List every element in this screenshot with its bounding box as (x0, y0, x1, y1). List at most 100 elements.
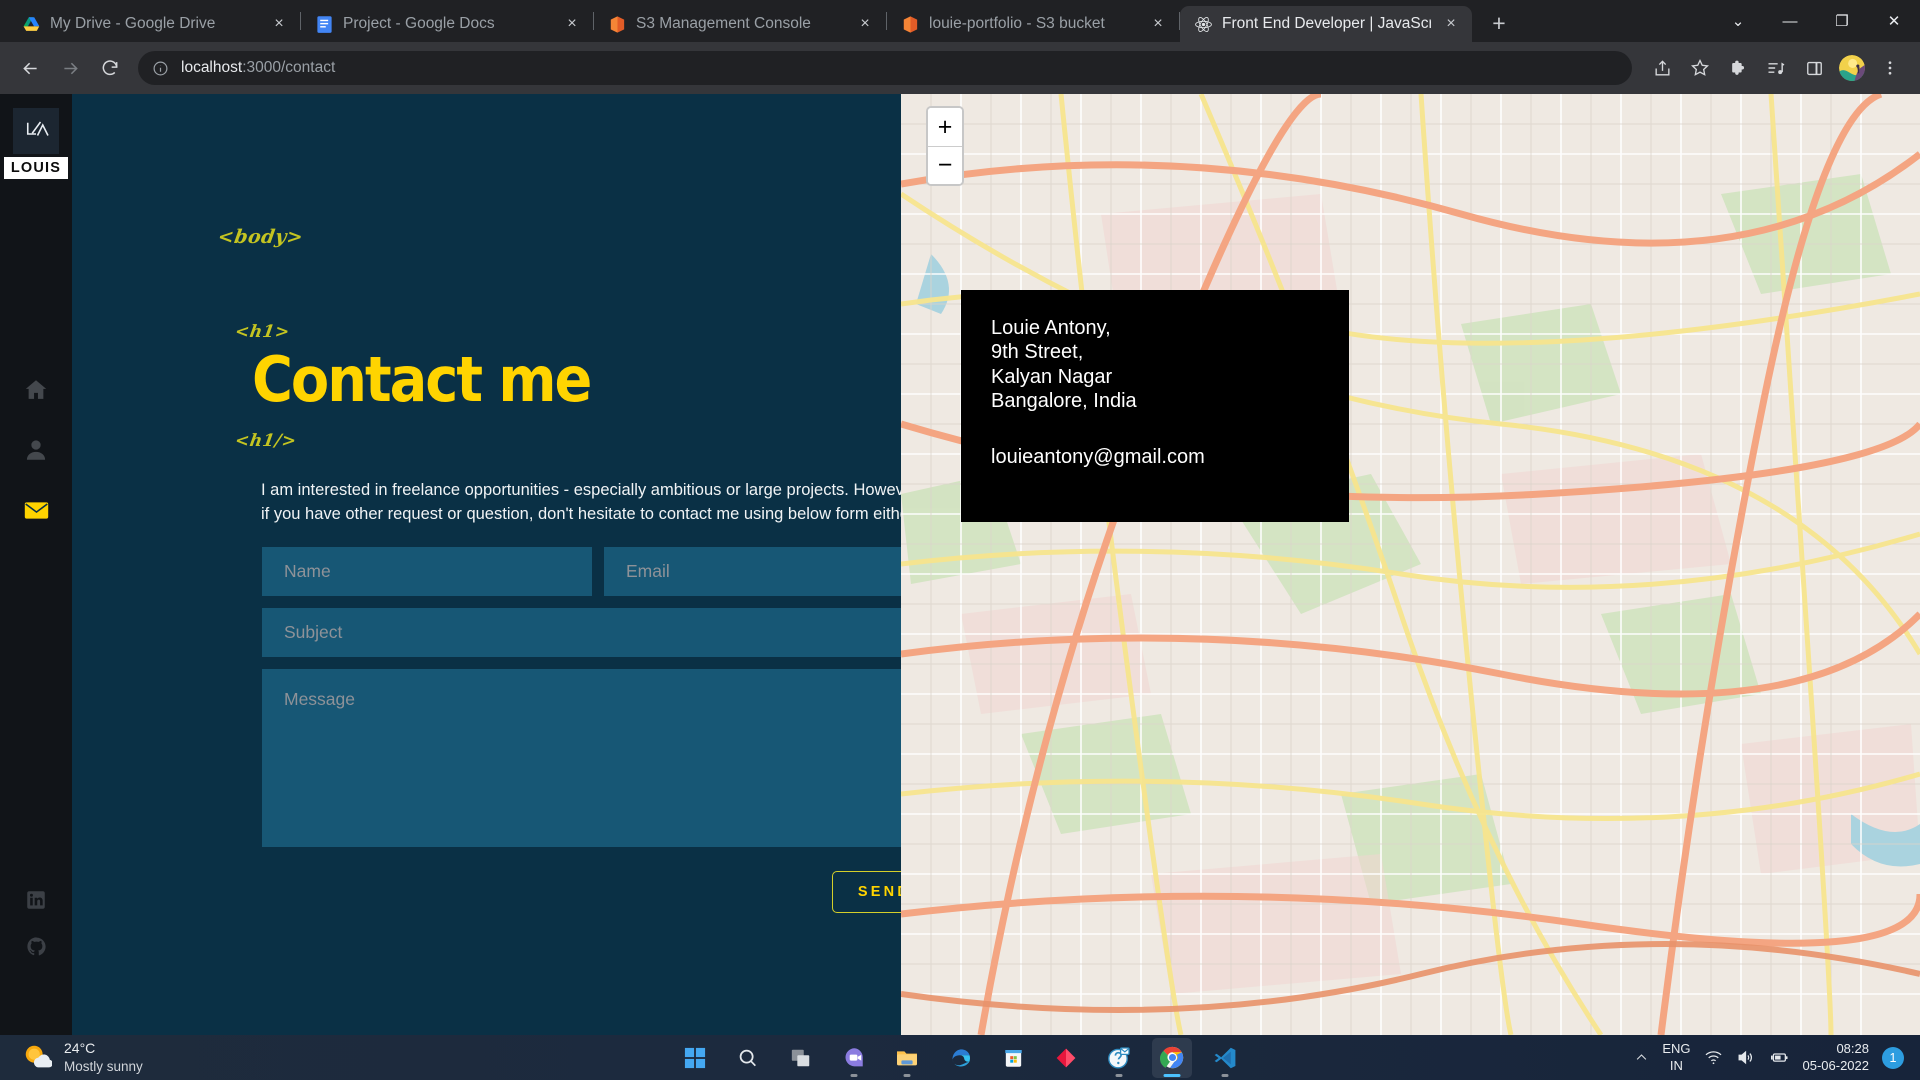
browser-tab-1[interactable]: My Drive - Google Drive × (8, 6, 300, 42)
wifi-icon[interactable] (1704, 1048, 1723, 1067)
address-info-card: Louie Antony, 9th Street, Kalyan Nagar B… (961, 290, 1349, 522)
system-tray: ENG IN 08:28 05-06-2022 (1634, 1041, 1920, 1074)
map-canvas[interactable] (901, 94, 1920, 1035)
sidebar-item-contact[interactable] (21, 495, 51, 525)
contact-email: louieantony@gmail.com (991, 446, 1349, 469)
name-input[interactable] (262, 547, 592, 596)
sidebar-item-home[interactable] (21, 375, 51, 405)
sidebar-item-about[interactable] (21, 435, 51, 465)
logo-wordmark[interactable]: LOUIS (4, 157, 68, 179)
avatar-image (1839, 55, 1865, 81)
minimize-button[interactable]: — (1764, 0, 1816, 42)
language-indicator[interactable]: ENG IN (1662, 1041, 1690, 1074)
map-panel[interactable]: + − Louie Antony, 9th Street, Kalyan Nag… (901, 94, 1920, 1035)
taskbar-vscode-button[interactable] (1205, 1038, 1245, 1078)
tab-title: S3 Management Console (636, 15, 845, 33)
taskbar-start-button[interactable] (675, 1038, 715, 1078)
browser-tab-3[interactable]: S3 Management Console × (594, 6, 886, 42)
tab-title: louie-portfolio - S3 bucket (929, 15, 1138, 33)
address-bar[interactable]: localhost:3000/contact (138, 51, 1632, 85)
speaker-icon[interactable] (1736, 1048, 1755, 1067)
share-icon[interactable] (1644, 50, 1680, 86)
taskbar-chrome-button[interactable] (1152, 1038, 1192, 1078)
site-info-icon[interactable] (152, 60, 169, 77)
subject-input[interactable] (262, 608, 901, 657)
file-explorer-icon (895, 1046, 919, 1070)
extensions-puzzle-icon[interactable] (1720, 50, 1756, 86)
back-arrow-icon[interactable] (12, 50, 48, 86)
sun-cloud-icon (22, 1042, 52, 1072)
taskbar-search-button[interactable] (728, 1038, 768, 1078)
side-panel-icon[interactable] (1796, 50, 1832, 86)
tab-close-button[interactable]: × (854, 13, 876, 35)
tab-close-button[interactable]: × (1147, 13, 1169, 35)
tab-close-button[interactable]: × (561, 13, 583, 35)
tab-search-icon[interactable]: ⌄ (1712, 0, 1764, 42)
email-input[interactable] (604, 547, 901, 596)
teams-chat-icon (843, 1046, 866, 1069)
taskbar-file-explorer-button[interactable] (887, 1038, 927, 1078)
taskbar-get-help-button[interactable] (1099, 1038, 1139, 1078)
browser-toolbar: localhost:3000/contact (0, 42, 1920, 94)
tab-title: My Drive - Google Drive (50, 15, 259, 33)
tab-title: Project - Google Docs (343, 15, 552, 33)
tab-title: Front End Developer | JavaScript (1222, 15, 1431, 33)
forward-arrow-icon[interactable] (52, 50, 88, 86)
taskbar-task-view-button[interactable] (781, 1038, 821, 1078)
contact-form: SEND (262, 547, 901, 913)
maximize-button[interactable]: ❐ (1816, 0, 1868, 42)
media-playlist-icon[interactable] (1758, 50, 1794, 86)
form-row-message (262, 669, 901, 847)
react-icon (1194, 15, 1213, 34)
github-icon (26, 936, 47, 957)
taskbar-microsoft-store-button[interactable] (993, 1038, 1033, 1078)
sidebar-link-github[interactable] (25, 935, 47, 957)
red-diamond-icon (1055, 1047, 1077, 1069)
close-window-button[interactable]: ✕ (1868, 0, 1920, 42)
battery-charging-icon[interactable] (1768, 1048, 1790, 1067)
aws-s3-icon (608, 15, 627, 34)
bookmark-star-icon[interactable] (1682, 50, 1718, 86)
message-textarea[interactable] (262, 669, 901, 847)
weather-temp: 24°C (64, 1040, 143, 1058)
sidebar-social-links (25, 889, 47, 957)
taskbar-red-diamond-app-button[interactable] (1046, 1038, 1086, 1078)
windows-taskbar: 24°C Mostly sunny (0, 1035, 1920, 1080)
task-view-icon (790, 1047, 812, 1069)
tab-close-button[interactable]: × (268, 13, 290, 35)
sidebar-link-linkedin[interactable] (25, 889, 47, 911)
browser-tab-5-active[interactable]: Front End Developer | JavaScript × (1180, 6, 1472, 42)
linkedin-icon (26, 890, 46, 910)
browser-tab-2[interactable]: Project - Google Docs × (301, 6, 593, 42)
windows-start-icon (684, 1047, 706, 1069)
browser-tab-4[interactable]: louie-portfolio - S3 bucket × (887, 6, 1179, 42)
taskbar-edge-button[interactable] (940, 1038, 980, 1078)
form-actions: SEND (262, 871, 901, 913)
taskbar-apps (675, 1038, 1245, 1078)
weather-widget[interactable]: 24°C Mostly sunny (0, 1040, 143, 1075)
page-title: Contact me (252, 349, 590, 411)
address-line-1: Louie Antony, (991, 316, 1349, 340)
clock-date: 05-06-2022 (1803, 1058, 1870, 1074)
person-icon (23, 437, 49, 463)
reload-icon[interactable] (92, 50, 128, 86)
clock[interactable]: 08:28 05-06-2022 (1803, 1041, 1870, 1074)
tab-close-button[interactable]: × (1440, 13, 1462, 35)
logo-monogram-icon[interactable] (13, 108, 59, 154)
taskbar-chat-button[interactable] (834, 1038, 874, 1078)
send-button[interactable]: SEND (832, 871, 901, 913)
browser-window: My Drive - Google Drive × Project - Goog… (0, 0, 1920, 1035)
window-controls: ⌄ — ❐ ✕ (1712, 0, 1920, 42)
address-line-3: Kalyan Nagar (991, 365, 1349, 389)
home-icon (23, 377, 49, 403)
new-tab-button[interactable]: + (1482, 6, 1516, 40)
address-line-4: Bangalore, India (991, 389, 1349, 413)
notification-badge[interactable]: 1 (1882, 1047, 1904, 1069)
map-zoom-in-button[interactable]: + (928, 108, 962, 146)
map-zoom-out-button[interactable]: − (928, 146, 962, 184)
portfolio-sidebar: LOUIS (0, 94, 72, 1035)
more-menu-icon[interactable] (1872, 50, 1908, 86)
tray-overflow-button[interactable] (1634, 1050, 1649, 1065)
profile-avatar[interactable] (1834, 50, 1870, 86)
search-icon (737, 1047, 759, 1069)
